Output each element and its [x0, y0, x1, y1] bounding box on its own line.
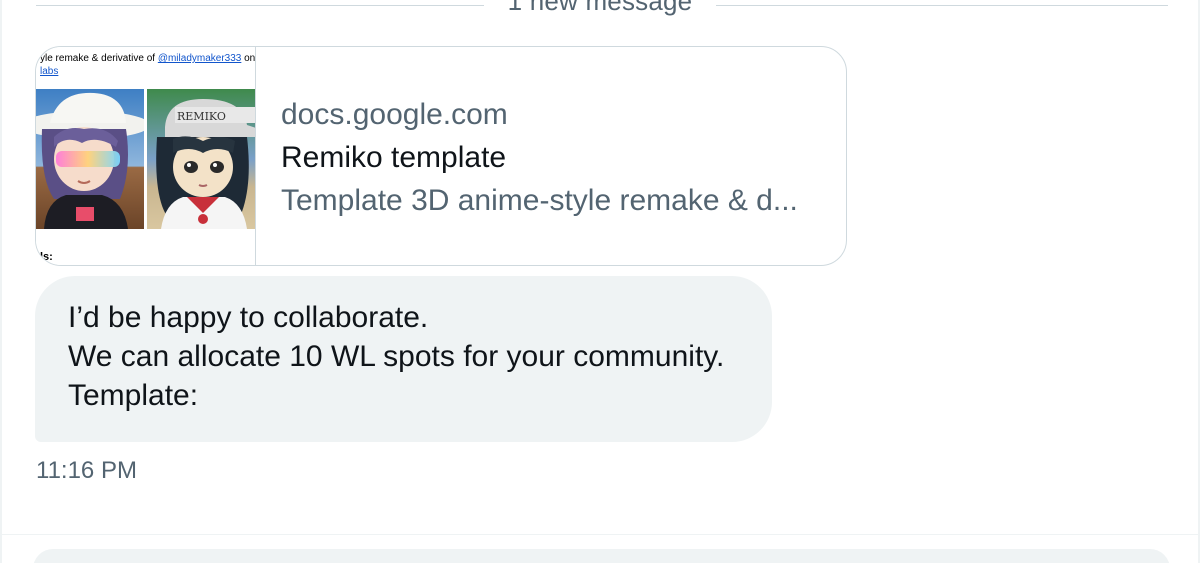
link-preview-title: Remiko template [281, 141, 507, 174]
thumbnail-text-line-3: ls: [40, 251, 53, 263]
svg-text:REMIKO: REMIKO [177, 110, 226, 123]
dm-conversation-view: 1 new message yle remake & derivative of… [0, 0, 1200, 563]
thumbnail-text-suffix: on [241, 53, 256, 64]
message-bubble[interactable]: I’d be happy to collaborate. We can allo… [35, 276, 772, 442]
message-text-line: We can allocate 10 WL spots for your com… [68, 340, 725, 373]
thumbnail-character-image-1 [36, 89, 144, 229]
divider-line-right [716, 5, 1168, 6]
panel-left-border [0, 0, 2, 563]
link-preview-thumbnail: yle remake & derivative of @miladymaker3… [36, 47, 256, 265]
composer-separator [0, 534, 1200, 535]
new-message-divider-label: 1 new message [507, 0, 693, 16]
link-preview-description: Template 3D anime-style remake & d... [281, 184, 798, 217]
link-preview-card[interactable]: yle remake & derivative of @miladymaker3… [35, 46, 847, 266]
message-text-line: I’d be happy to collaborate. [68, 301, 429, 334]
thumbnail-mention-link: @miladymaker333 [157, 53, 242, 64]
link-preview-domain: docs.google.com [281, 98, 508, 131]
message-composer-input[interactable] [33, 549, 1170, 563]
thumbnail-text-line-1: yle remake & derivative of @miladymaker3… [40, 53, 255, 65]
thumbnail-text-prefix: yle remake & derivative of [40, 53, 158, 64]
message-timestamp: 11:16 PM [36, 457, 137, 484]
message-text-line: Template: [68, 379, 199, 412]
link-preview-text: docs.google.com Remiko template Template… [281, 95, 841, 221]
thumbnail-text-line-2: labs [40, 66, 59, 77]
thumbnail-character-image-2: REMIKO [147, 89, 255, 229]
divider-line-left [36, 5, 484, 6]
